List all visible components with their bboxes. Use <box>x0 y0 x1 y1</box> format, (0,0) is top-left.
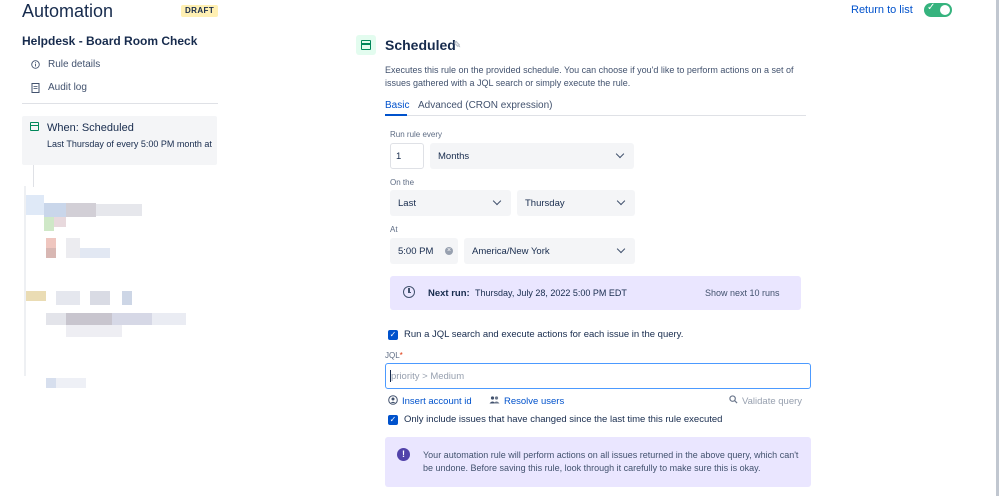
tab-divider <box>385 115 806 116</box>
insert-account-id-button[interactable]: Insert account id <box>388 395 472 407</box>
tab-advanced-cron[interactable]: Advanced (CRON expression) <box>418 100 553 111</box>
sidebar-item-audit-log[interactable]: Audit log <box>31 82 87 93</box>
text-caret <box>390 370 391 382</box>
resolve-users-label: Resolve users <box>504 395 565 407</box>
show-next-runs-button[interactable]: Show next 10 runs <box>705 288 780 298</box>
user-icon <box>388 395 398 407</box>
validate-query-label: Validate query <box>742 395 803 407</box>
jql-label-text: JQL <box>385 351 400 360</box>
sidebar-item-label: Audit log <box>48 82 87 93</box>
on-the-day-select[interactable]: Thursday <box>517 190 635 216</box>
rule-flow-connector <box>33 165 34 187</box>
users-icon <box>489 395 500 407</box>
calendar-icon <box>361 40 371 50</box>
check-icon: ✓ <box>927 2 936 13</box>
scheduled-trigger-icon <box>356 35 376 55</box>
sidebar-divider <box>22 103 218 104</box>
validate-query-button[interactable]: Validate query <box>729 395 802 407</box>
pencil-icon[interactable]: ✎ <box>453 40 461 51</box>
run-every-label: Run rule every <box>390 130 443 139</box>
sidebar-item-label: Rule details <box>48 59 101 70</box>
page-title: Scheduled <box>385 37 456 53</box>
on-the-day-value: Thursday <box>525 197 565 209</box>
required-marker: * <box>399 351 403 360</box>
next-run-label: Next run: <box>428 288 470 299</box>
trigger-description: Last Thursday of every 5:00 PM month at <box>47 139 212 149</box>
sidebar-item-rule-details[interactable]: Rule details <box>31 59 100 70</box>
app-title: Automation <box>22 1 114 21</box>
at-label: At <box>390 225 398 234</box>
timezone-value: America/New York <box>472 245 550 257</box>
run-every-unit-select[interactable]: Months <box>430 143 634 169</box>
jql-search-checkbox[interactable]: ✓ <box>388 330 398 340</box>
on-the-ordinal-value: Last <box>398 197 416 209</box>
chevron-down-icon <box>493 198 503 208</box>
tab-basic[interactable]: Basic <box>385 100 409 111</box>
only-changed-checkbox[interactable]: ✓ <box>388 415 398 425</box>
on-the-label: On the <box>390 178 415 187</box>
search-icon <box>729 395 738 407</box>
toggle-knob <box>940 5 950 15</box>
exclamation-icon: ! <box>397 448 410 461</box>
on-the-ordinal-select[interactable]: Last <box>390 190 511 216</box>
return-to-list-link[interactable]: Return to list <box>851 4 913 16</box>
chevron-down-icon <box>617 198 627 208</box>
next-run-value: Thursday, July 28, 2022 5:00 PM EDT <box>475 288 627 298</box>
chevron-down-icon <box>616 151 626 161</box>
jql-field-label: JQL* <box>385 351 403 360</box>
only-changed-checkbox-label: Only include issues that have changed si… <box>404 414 723 425</box>
resolve-users-button[interactable]: Resolve users <box>489 395 564 407</box>
draft-badge: DRAFT <box>181 5 219 17</box>
run-every-value: 1 <box>396 150 402 162</box>
document-icon <box>31 82 40 93</box>
jql-search-checkbox-label: Run a JQL search and execute actions for… <box>404 329 684 340</box>
clear-icon[interactable]: × <box>445 247 453 255</box>
timezone-select[interactable]: America/New York <box>464 238 635 264</box>
active-tab-indicator <box>385 114 407 116</box>
insert-account-id-label: Insert account id <box>402 395 472 407</box>
chevron-down-icon <box>617 246 627 256</box>
run-every-unit-value: Months <box>438 150 470 162</box>
clock-icon <box>403 286 415 298</box>
trigger-description-text: Executes this rule on the provided sched… <box>385 65 794 88</box>
info-icon <box>31 60 40 69</box>
rule-enabled-toggle[interactable]: ✓ <box>924 2 952 17</box>
jql-placeholder: priority > Medium <box>391 371 465 382</box>
trigger-title: When: Scheduled <box>47 122 134 134</box>
run-every-input[interactable]: 1 <box>390 143 424 169</box>
warning-text: Your automation rule will perform action… <box>423 450 799 473</box>
calendar-icon <box>30 122 39 131</box>
rule-name: Helpdesk - Board Room Check <box>22 34 198 48</box>
at-time-value: 5:00 PM <box>398 245 434 257</box>
